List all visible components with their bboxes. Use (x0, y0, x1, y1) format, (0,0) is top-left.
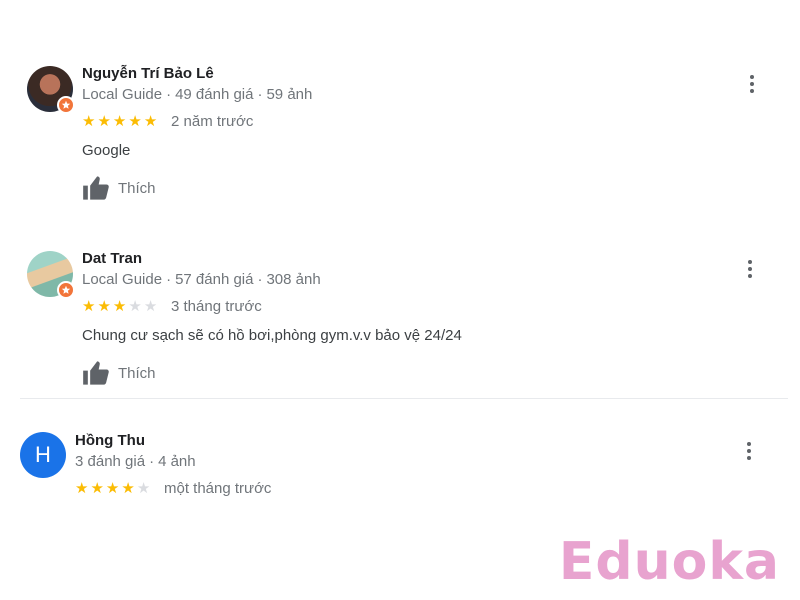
star-icon: ★ (136, 480, 151, 497)
photo-count: 59 ảnh (266, 86, 313, 103)
star-rating: ★ ★ ★ ★ ★ (82, 114, 157, 129)
reviewer-role: Local Guide (82, 86, 163, 103)
avatar[interactable] (27, 251, 75, 299)
star-icon: ★ (143, 113, 158, 130)
review-time: 3 tháng trước (171, 298, 262, 315)
like-button[interactable]: Thích (82, 175, 156, 201)
more-vert-icon (750, 75, 754, 79)
like-label: Thích (118, 179, 156, 197)
more-options-button[interactable] (739, 439, 759, 463)
reviewer-name[interactable]: Dat Tran (82, 250, 142, 267)
star-icon: ★ (82, 298, 96, 315)
review-text: Google (82, 142, 131, 159)
avatar[interactable] (27, 66, 75, 114)
reviewer-meta[interactable]: 3 đánh giá · 4 ảnh (75, 453, 196, 470)
review-count: 57 đánh giá (175, 271, 254, 288)
reviewer-role: Local Guide (82, 271, 163, 288)
review-count: 3 đánh giá (75, 453, 146, 470)
like-label: Thích (118, 364, 156, 382)
review-count: 49 đánh giá (175, 86, 254, 103)
photo-count: 308 ảnh (266, 271, 321, 288)
star-icon: ★ (75, 480, 89, 497)
star-icon: ★ (121, 480, 135, 497)
like-button[interactable]: Thích (82, 360, 156, 386)
local-guide-badge-icon (57, 281, 75, 299)
star-icon: ★ (128, 113, 142, 130)
review-time: một tháng trước (164, 480, 272, 497)
avatar[interactable]: H (20, 432, 66, 478)
watermark-logo: Eduoka (558, 532, 780, 592)
reviewer-name[interactable]: Hồng Thu (75, 432, 145, 449)
more-vert-icon (748, 260, 752, 264)
star-icon: ★ (112, 113, 127, 130)
star-icon: ★ (112, 298, 127, 315)
star-icon: ★ (82, 113, 96, 130)
reviewer-name[interactable]: Nguyễn Trí Bảo Lê (82, 65, 214, 82)
star-icon: ★ (97, 113, 111, 130)
review-time: 2 năm trước (171, 113, 254, 130)
more-vert-icon (747, 442, 751, 446)
photo-count: 4 ảnh (158, 453, 196, 470)
review-text: Chung cư sạch sẽ có hồ bơi,phòng gym.v.v… (82, 327, 462, 344)
divider (20, 398, 788, 399)
star-icon: ★ (128, 298, 142, 315)
star-icon: ★ (143, 298, 158, 315)
star-icon: ★ (90, 480, 104, 497)
more-options-button[interactable] (742, 72, 762, 96)
more-options-button[interactable] (740, 257, 760, 281)
star-rating: ★ ★ ★ ★ ★ (75, 481, 150, 496)
reviewer-meta[interactable]: Local Guide · 49 đánh giá · 59 ảnh (82, 86, 312, 103)
thumbs-up-icon (83, 361, 109, 385)
local-guide-badge-icon (57, 96, 75, 114)
star-rating: ★ ★ ★ ★ ★ (82, 299, 157, 314)
thumbs-up-icon (83, 176, 109, 200)
star-icon: ★ (105, 480, 120, 497)
star-icon: ★ (97, 298, 111, 315)
reviewer-meta[interactable]: Local Guide · 57 đánh giá · 308 ảnh (82, 271, 321, 288)
avatar-letter: H (35, 442, 51, 467)
